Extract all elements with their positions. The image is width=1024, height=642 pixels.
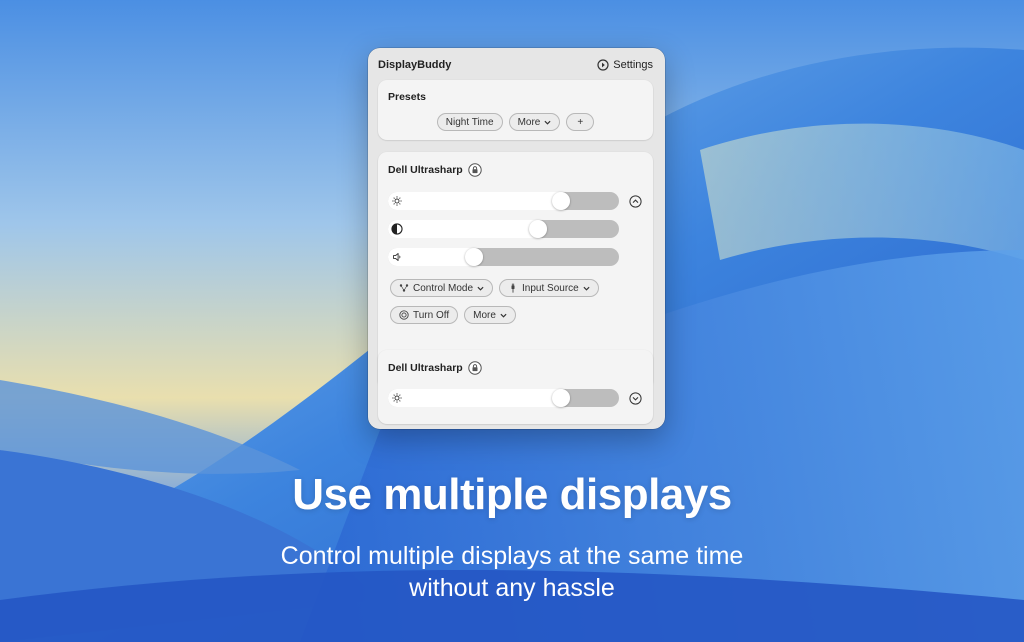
chevron-down-icon (583, 286, 590, 291)
input-source-button[interactable]: Input Source (499, 279, 599, 297)
contrast-knob[interactable] (529, 220, 547, 238)
control-mode-button[interactable]: Control Mode (390, 279, 494, 297)
display-2-brightness-slider[interactable] (388, 389, 619, 407)
presets-more-button[interactable]: More (508, 113, 561, 131)
display-card-2: Dell Ultrasharp (378, 350, 653, 424)
display-2-name: Dell Ultrasharp (388, 362, 463, 374)
lock-icon[interactable] (468, 361, 482, 375)
add-preset-button[interactable]: + (566, 113, 595, 131)
displaybuddy-panel: DisplayBuddy Settings Presets Night Time… (368, 48, 665, 429)
display-2-title: Dell Ultrasharp (388, 361, 482, 375)
volume-knob[interactable] (465, 248, 483, 266)
marketing-subline-line-2: without any hassle (409, 574, 615, 602)
presets-title: Presets (388, 91, 426, 103)
chevron-down-icon (544, 120, 551, 125)
presets-more-label: More (517, 116, 541, 128)
contrast-icon (391, 223, 403, 235)
settings-icon (597, 59, 609, 71)
presets-card: Presets Night Time More + (378, 80, 653, 140)
preset-row: Night Time More + (378, 113, 653, 131)
preset-night-time-label: Night Time (445, 116, 494, 128)
presets-title-text: Presets (388, 91, 426, 103)
preset-night-time-button[interactable]: Night Time (436, 113, 503, 131)
display-1-title: Dell Ultrasharp (388, 163, 482, 177)
collapse-display-1-button[interactable] (629, 195, 642, 208)
marketing-headline: Use multiple displays (292, 470, 732, 519)
brightness-knob[interactable] (552, 192, 570, 210)
app-title: DisplayBuddy (378, 59, 452, 71)
add-preset-label: + (577, 116, 584, 128)
panel-header: DisplayBuddy Settings (378, 57, 653, 73)
turn-off-label: Turn Off (413, 309, 450, 321)
display-2-brightness-fill (388, 389, 570, 407)
control-mode-label: Control Mode (413, 282, 474, 294)
display-1-actions-row-1: Control Mode Input Source (390, 279, 599, 297)
chevron-down-icon (500, 313, 507, 318)
power-ring-icon (399, 310, 409, 320)
speaker-icon (393, 253, 401, 261)
marketing-subline: Control multiple displays at the same ti… (0, 540, 1024, 604)
settings-label: Settings (613, 59, 653, 71)
display-1-more-button[interactable]: More (464, 306, 516, 324)
expand-display-2-button[interactable] (629, 392, 642, 405)
sun-icon (392, 393, 402, 403)
network-nodes-icon (399, 284, 409, 292)
lock-icon[interactable] (468, 163, 482, 177)
brightness-fill (388, 192, 570, 210)
turn-off-button[interactable]: Turn Off (390, 306, 459, 324)
chevron-down-icon (477, 286, 484, 291)
display-2-brightness-knob[interactable] (552, 389, 570, 407)
display-1-name: Dell Ultrasharp (388, 164, 463, 176)
marketing-subline-line-1: Control multiple displays at the same ti… (280, 542, 744, 570)
volume-slider[interactable] (388, 248, 619, 266)
display-1-more-label: More (473, 309, 496, 321)
plug-icon (511, 283, 515, 293)
display-1-actions-row-2: Turn Off More (390, 306, 516, 324)
contrast-fill (388, 220, 547, 238)
chevron-down-circle-icon (629, 392, 642, 405)
input-source-label: Input Source (522, 282, 579, 294)
settings-button[interactable]: Settings (597, 59, 653, 71)
brightness-slider[interactable] (388, 192, 619, 210)
sun-icon (392, 196, 402, 206)
chevron-up-circle-icon (629, 195, 642, 208)
contrast-slider[interactable] (388, 220, 619, 238)
